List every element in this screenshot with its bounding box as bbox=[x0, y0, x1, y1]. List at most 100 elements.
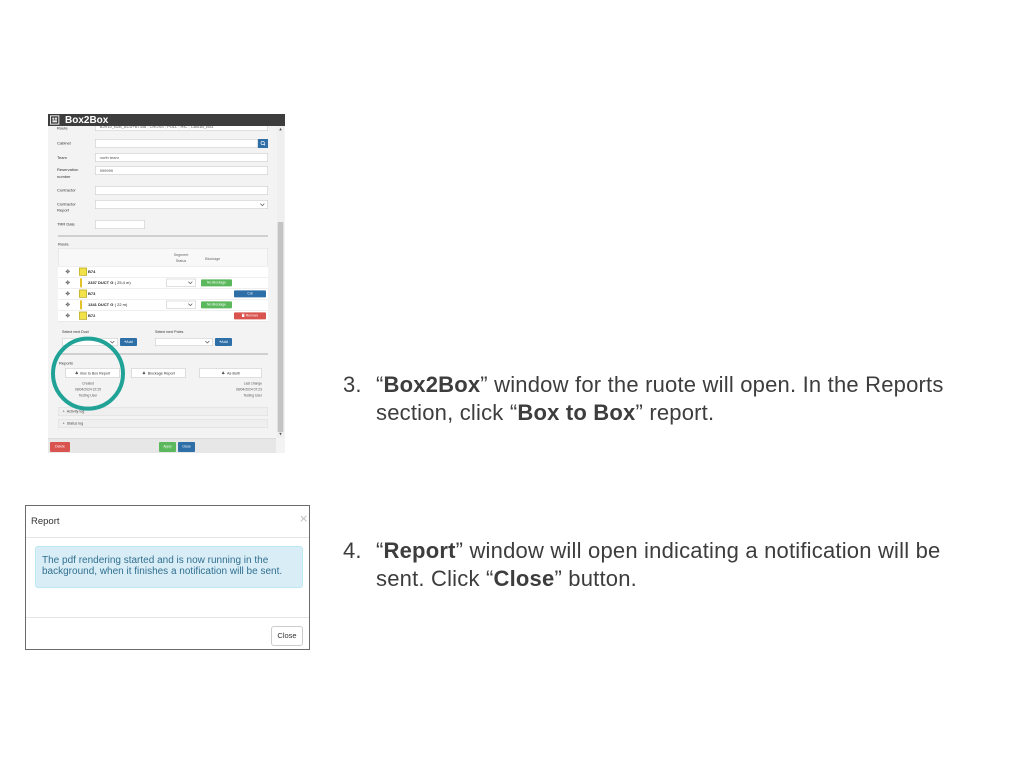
no-blockage-button[interactable]: No Blockage bbox=[200, 279, 232, 287]
chevron-down-icon bbox=[260, 203, 265, 206]
cloud-download-icon: ♣ bbox=[221, 370, 225, 376]
step-number: 3. bbox=[343, 372, 362, 397]
step-text-bold: Report bbox=[383, 538, 456, 563]
scroll-up-arrow-icon[interactable]: ▲ bbox=[277, 127, 284, 131]
box-marker-icon bbox=[78, 267, 87, 276]
last-change-user: Testing User bbox=[243, 393, 262, 398]
step-text: section, click “ bbox=[376, 400, 518, 425]
add-duct-button[interactable]: +Add bbox=[119, 337, 137, 346]
next-poles-select[interactable] bbox=[154, 337, 213, 346]
label-line: Report bbox=[56, 207, 70, 213]
blockage-report-button[interactable]: ♣ Blockage Report bbox=[130, 367, 186, 378]
route-row-box: ✥ B72 Remove bbox=[57, 309, 268, 321]
step-text-line: section, click “Box to Box” report. bbox=[376, 399, 714, 427]
plus-icon: + bbox=[62, 421, 65, 426]
alert-message: The pdf rendering started and is now run… bbox=[42, 555, 283, 577]
step-number: 4. bbox=[343, 538, 362, 563]
move-icon[interactable]: ✥ bbox=[65, 278, 70, 288]
box-marker-icon bbox=[78, 311, 87, 320]
duct-marker-icon bbox=[79, 300, 82, 310]
contractor-report-label: Contractor Report bbox=[57, 201, 76, 213]
cut-button[interactable]: Cut bbox=[233, 290, 266, 298]
close-icon[interactable]: × bbox=[299, 513, 308, 525]
no-blockage-button[interactable]: No Blockage bbox=[200, 301, 232, 309]
window-title-bar: Box2Box bbox=[48, 114, 285, 126]
box-name-text: B74 bbox=[87, 269, 96, 274]
route-row-box: ✥ B73 Cut bbox=[57, 287, 268, 299]
contractor-report-select[interactable] bbox=[94, 199, 268, 209]
chevron-down-icon bbox=[205, 340, 210, 344]
segment-status-header: Segment Status bbox=[166, 252, 196, 264]
chevron-down-icon bbox=[188, 303, 193, 307]
duct-name-text: 1341 DUCT G bbox=[87, 302, 114, 307]
team-label: Team bbox=[56, 155, 67, 160]
segment-status-select[interactable] bbox=[165, 300, 196, 309]
step-text: “ bbox=[376, 372, 384, 397]
step-text-line: “Report” window will open indicating a n… bbox=[376, 537, 941, 565]
reservation-number-field[interactable] bbox=[94, 165, 268, 175]
select-next-poles-label: Select next Poles bbox=[154, 329, 184, 334]
add-label: Add bbox=[126, 339, 133, 344]
add-label: Add bbox=[221, 339, 228, 344]
status-log-toggle[interactable]: + Status log bbox=[57, 418, 268, 428]
duct-length: ( 25.4 m) bbox=[114, 280, 131, 285]
duct-name-text: 2337 DUCT G bbox=[87, 280, 114, 285]
move-icon[interactable]: ✥ bbox=[65, 311, 70, 321]
route-section-label: Route bbox=[57, 241, 69, 247]
step-3-instruction: 3. “Box2Box” window for the ruote will o… bbox=[343, 371, 983, 427]
dialog-title: Report bbox=[31, 516, 60, 527]
duct-name: 1341 DUCT G( 22 m) bbox=[88, 300, 127, 310]
step-text-bold: Box2Box bbox=[383, 372, 481, 397]
box-name: B74 bbox=[88, 267, 95, 277]
step-text-line: “Box2Box” window for the ruote will open… bbox=[376, 371, 944, 399]
box-marker-icon bbox=[78, 289, 87, 298]
highlight-circle-annotation bbox=[50, 336, 125, 411]
add-poles-button[interactable]: +Add bbox=[214, 337, 232, 346]
step-text: sent. Click “ bbox=[376, 566, 494, 591]
move-icon[interactable]: ✥ bbox=[65, 267, 70, 277]
label-line: number bbox=[56, 174, 71, 179]
segment-status-select[interactable] bbox=[165, 278, 196, 287]
box-name-text: B73 bbox=[87, 291, 96, 296]
box2box-screenshot: Box2Box Route Cabinet Team Reservation n… bbox=[48, 114, 285, 453]
close-button[interactable]: Close bbox=[271, 626, 303, 646]
cabinet-search-button[interactable] bbox=[257, 138, 268, 148]
trash-icon bbox=[241, 313, 245, 317]
report-dialog: Report × The pdf rendering started and i… bbox=[25, 505, 310, 650]
report-last-change-info: Last change 08/04/2024 07:23 Testing Use… bbox=[212, 381, 262, 399]
delete-button[interactable]: Delete bbox=[49, 441, 70, 452]
route-row-duct: ✥ 1341 DUCT G( 22 m) No Blockage bbox=[57, 298, 268, 310]
route-label: Route bbox=[56, 125, 68, 131]
button-label: Blockage Report bbox=[147, 371, 175, 376]
select-next-duct-label: Select next Duct bbox=[61, 329, 89, 334]
duct-marker-icon bbox=[79, 278, 82, 288]
remove-button[interactable]: Remove bbox=[233, 312, 266, 320]
blockage-header: Blockage bbox=[205, 256, 221, 261]
team-field[interactable] bbox=[94, 152, 268, 162]
remove-label: Remove bbox=[245, 313, 259, 318]
step-text: ” report. bbox=[635, 400, 715, 425]
contractor-field[interactable] bbox=[94, 185, 268, 195]
route-row-box: ✥ B74 bbox=[57, 265, 268, 277]
scroll-down-arrow-icon[interactable]: ▼ bbox=[277, 432, 284, 436]
apply-button[interactable]: Apply bbox=[158, 441, 176, 452]
button-label: As-Built bbox=[226, 371, 240, 376]
close-button[interactable]: Close bbox=[177, 441, 195, 452]
step-text: “ bbox=[376, 538, 384, 563]
label-line: Reservation bbox=[56, 167, 79, 172]
step-text-bold: Box to Box bbox=[517, 400, 636, 425]
log-label: Status log bbox=[66, 421, 84, 426]
chevron-down-icon bbox=[188, 281, 193, 285]
move-icon[interactable]: ✥ bbox=[65, 300, 70, 310]
move-icon[interactable]: ✥ bbox=[65, 289, 70, 299]
cloud-download-icon: ♣ bbox=[142, 370, 146, 376]
reservation-number-label: Reservation number bbox=[57, 166, 78, 180]
box-name: B72 bbox=[88, 311, 95, 321]
cabinet-field[interactable] bbox=[94, 138, 258, 148]
cabinet-label: Cabinet bbox=[56, 140, 71, 146]
duct-name: 2337 DUCT G( 25.4 m) bbox=[88, 278, 131, 288]
chevron-down-icon bbox=[110, 340, 115, 344]
scrollbar-thumb[interactable] bbox=[277, 221, 284, 432]
trr-date-field[interactable] bbox=[94, 219, 145, 229]
as-built-report-button[interactable]: ♣ As-Built bbox=[198, 367, 262, 378]
